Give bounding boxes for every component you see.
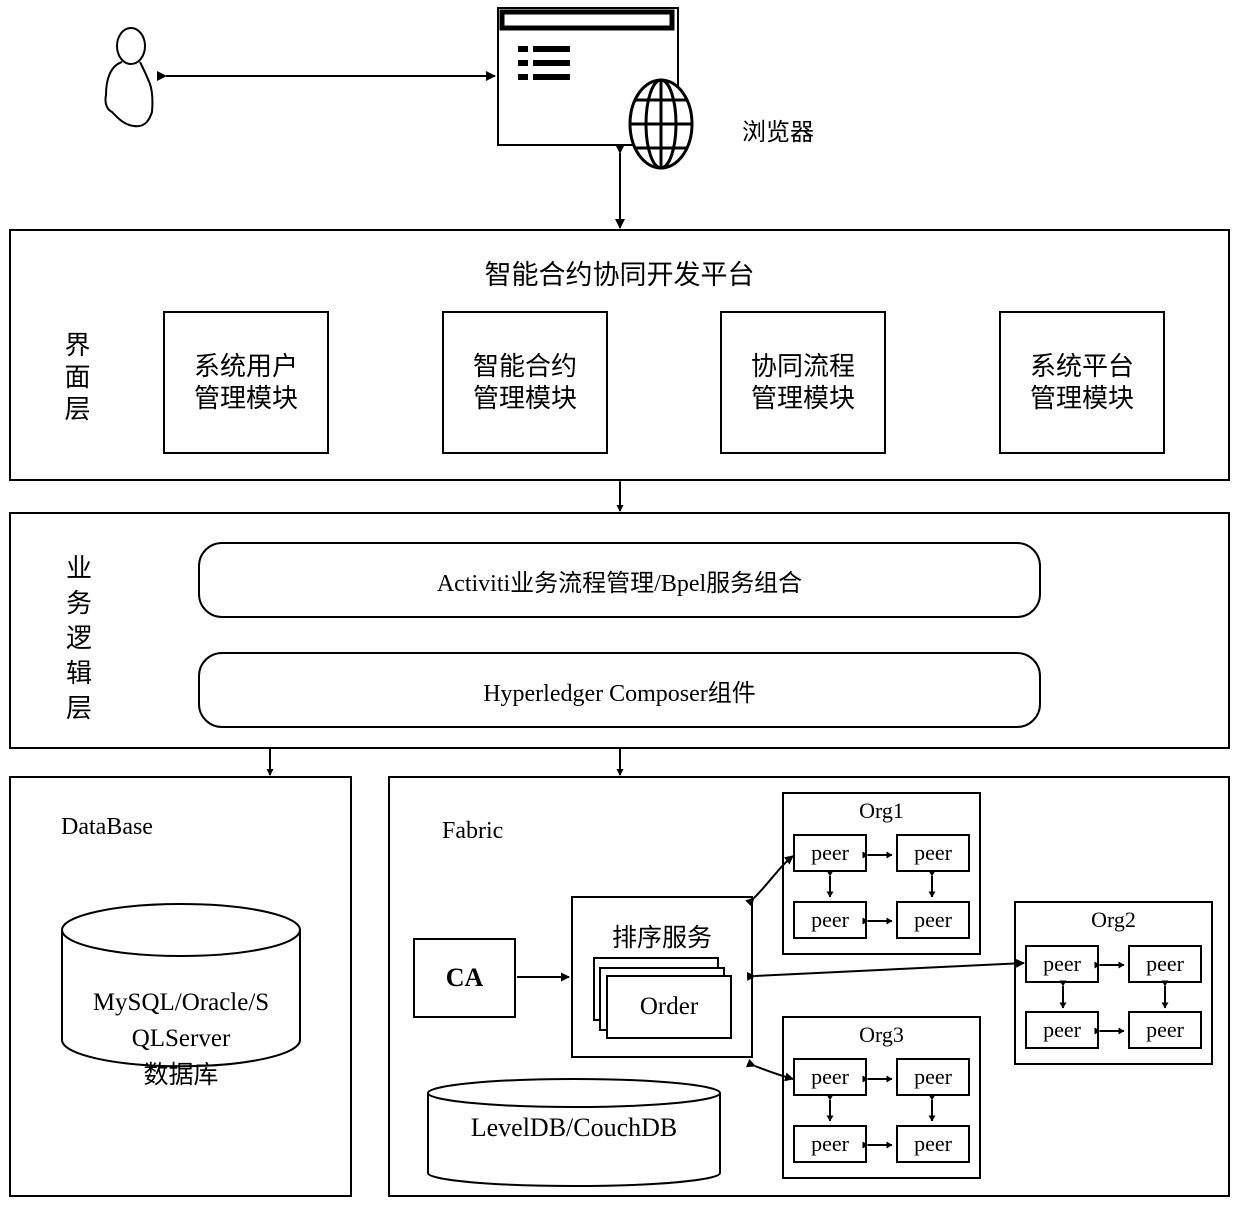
globe-icon	[628, 78, 694, 170]
module-workflow-management[interactable]: 协同流程 管理模块	[720, 311, 886, 454]
database-cylinder-label: MySQL/Oracle/S QLServer 数据库	[60, 985, 302, 1093]
activiti-bpel-component[interactable]: Activiti业务流程管理/Bpel服务组合	[198, 542, 1041, 618]
org2-peer-1[interactable]: peer	[1025, 945, 1099, 983]
database-line2: QLServer	[131, 1025, 231, 1052]
org3-title: Org3	[859, 1022, 904, 1047]
org2-peer-2[interactable]: peer	[1128, 945, 1202, 983]
module-platform-management[interactable]: 系统平台 管理模块	[999, 311, 1165, 454]
org3-peer-3[interactable]: peer	[793, 1125, 867, 1163]
module-line2: 管理模块	[750, 383, 855, 414]
org2-peer-3[interactable]: peer	[1025, 1011, 1099, 1049]
org3-peer-2[interactable]: peer	[896, 1058, 970, 1096]
org1-peer-3[interactable]: peer	[793, 901, 867, 939]
org1-peer-1[interactable]: peer	[793, 834, 867, 872]
ui-layer-label: 界面层	[60, 331, 90, 427]
database-line1: MySQL/Oracle/S	[92, 989, 270, 1016]
module-line1: 系统用户	[193, 351, 298, 382]
ca-box[interactable]: CA	[413, 938, 516, 1018]
database-title: DataBase	[61, 814, 153, 840]
module-line2: 管理模块	[1029, 383, 1134, 414]
module-contract-management[interactable]: 智能合约 管理模块	[442, 311, 608, 454]
org1-box[interactable]: Org1 peer peer peer peer	[782, 792, 981, 955]
org2-peer-4[interactable]: peer	[1128, 1011, 1202, 1049]
browser-label: 浏览器	[742, 118, 814, 146]
ledger-db-label: LevelDB/CouchDB	[470, 1113, 678, 1142]
ordering-service-label: 排序服务	[611, 923, 712, 952]
logic-layer-label: 业务逻辑层	[65, 554, 92, 724]
org1-peer-2[interactable]: peer	[896, 834, 970, 872]
module-line1: 协同流程	[750, 351, 855, 382]
user-icon	[104, 27, 154, 128]
org1-title: Org1	[859, 798, 904, 823]
module-line2: 管理模块	[472, 383, 577, 414]
hyperledger-composer-component[interactable]: Hyperledger Composer组件	[198, 652, 1041, 728]
module-user-management[interactable]: 系统用户 管理模块	[163, 311, 329, 454]
database-line3: 数据库	[143, 1060, 219, 1089]
module-line1: 系统平台	[1029, 351, 1134, 382]
org2-title: Org2	[1091, 907, 1136, 932]
org3-box[interactable]: Org3 peer peer peer peer	[782, 1016, 981, 1179]
org2-box[interactable]: Org2 peer peer peer peer	[1014, 901, 1213, 1065]
org3-peer-4[interactable]: peer	[896, 1125, 970, 1163]
order-node[interactable]: Order	[606, 975, 732, 1039]
platform-title: 智能合约协同开发平台	[484, 260, 755, 291]
org1-peer-4[interactable]: peer	[896, 901, 970, 939]
fabric-title: Fabric	[442, 818, 504, 844]
org3-peer-1[interactable]: peer	[793, 1058, 867, 1096]
module-line1: 智能合约	[472, 351, 577, 382]
ui-layer: 界面层 智能合约协同开发平台 系统用户 管理模块 智能合约 管理模块 协同流程 …	[9, 229, 1230, 481]
module-line2: 管理模块	[193, 383, 298, 414]
